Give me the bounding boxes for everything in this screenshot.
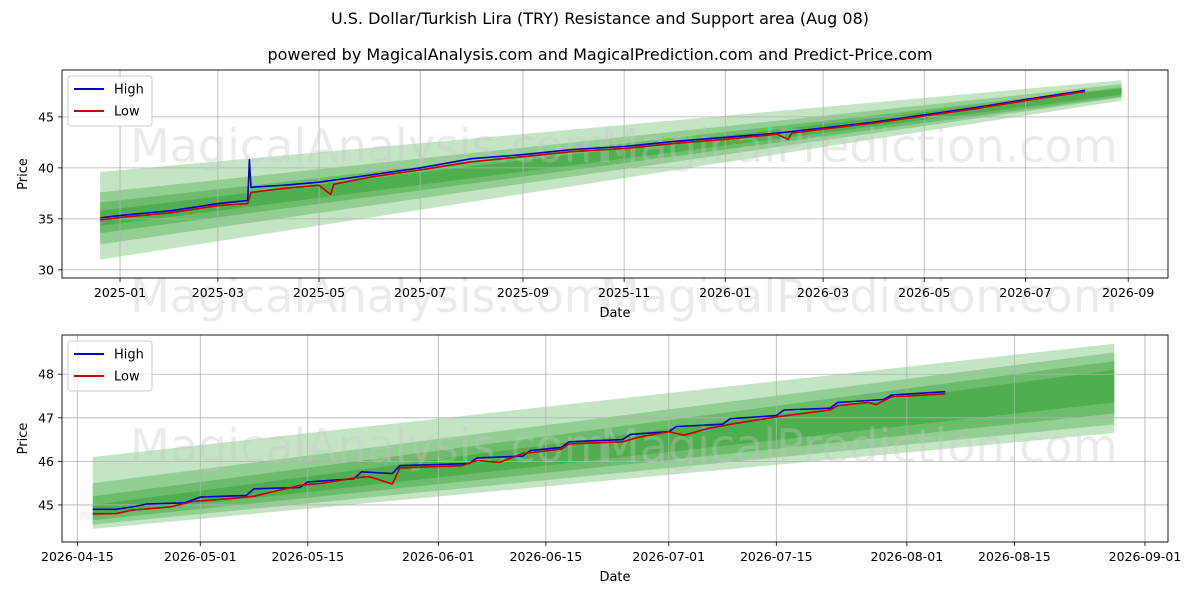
x-axis-label: Date bbox=[599, 570, 630, 585]
x-tick-label: 2026-04-15 bbox=[41, 549, 114, 564]
y-axis-label: Price bbox=[16, 423, 31, 455]
watermark-text: MagicalAnalysis.com bbox=[130, 419, 609, 473]
x-tick-label: 2026-09-01 bbox=[1109, 549, 1182, 564]
x-tick-label: 2026-08-01 bbox=[871, 549, 944, 564]
y-tick-label: 46 bbox=[38, 454, 54, 469]
x-tick-label: 2026-08-15 bbox=[978, 549, 1051, 564]
x-tick-label: 2026-07-15 bbox=[740, 549, 813, 564]
x-tick-label: 2026-06-01 bbox=[402, 549, 475, 564]
x-tick-label: 2026-07-01 bbox=[632, 549, 705, 564]
x-tick-label: 2026-06-15 bbox=[510, 549, 583, 564]
legend-label-high: High bbox=[114, 348, 144, 363]
legend-label-low: Low bbox=[114, 370, 140, 385]
chart-bottom: MagicalAnalysis.comMagicalPrediction.com… bbox=[16, 334, 1182, 585]
legend: High Low bbox=[67, 340, 153, 392]
y-tick-label: 47 bbox=[38, 410, 54, 425]
y-tick-label: 48 bbox=[38, 367, 54, 382]
x-tick-label: 2026-05-01 bbox=[164, 549, 237, 564]
x-tick-label: 2026-05-15 bbox=[271, 549, 344, 564]
y-tick-label: 45 bbox=[38, 497, 54, 512]
